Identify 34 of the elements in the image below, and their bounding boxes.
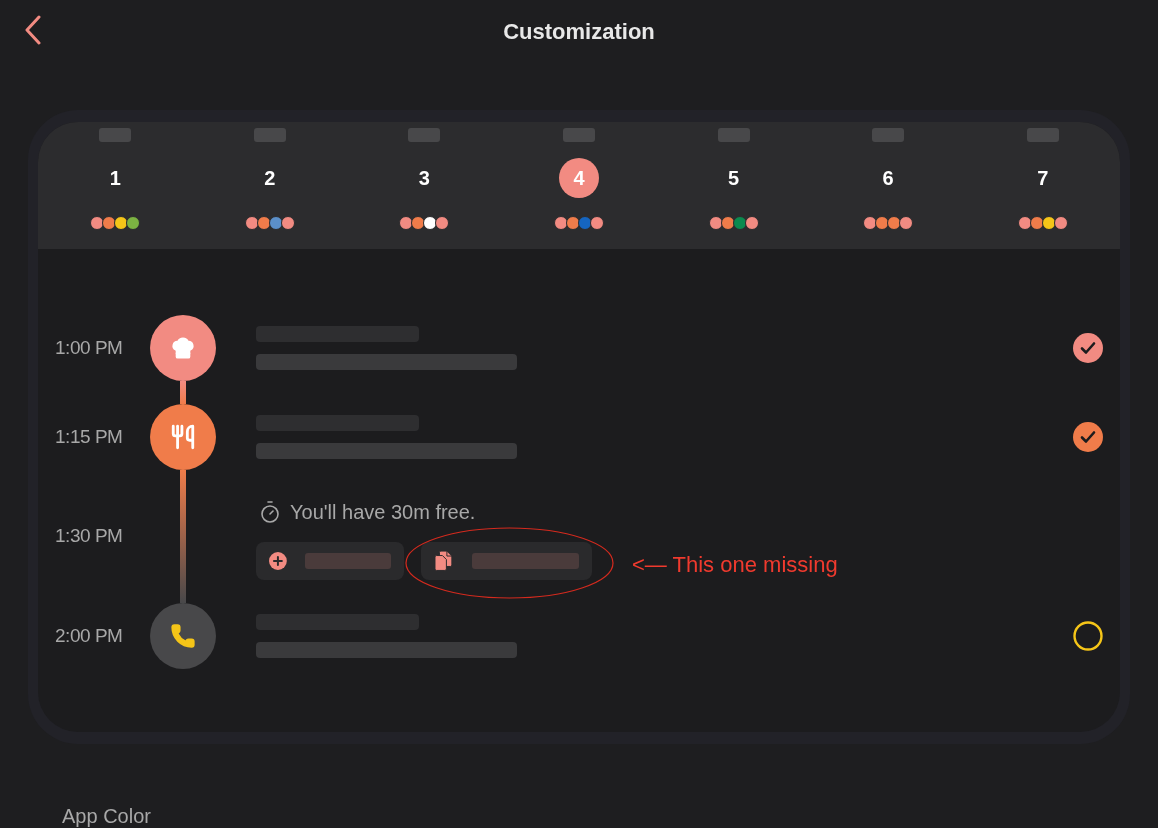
event-time: 1:15 PM — [55, 424, 124, 449]
action-button[interactable] — [256, 542, 404, 580]
weekday-placeholder — [99, 128, 132, 142]
day-tab[interactable]: 2 — [249, 158, 290, 198]
day-tab[interactable]: 3 — [404, 158, 445, 198]
fork-knife-icon — [170, 424, 196, 450]
event-time: 1:00 PM — [55, 335, 124, 360]
weekday-placeholder — [717, 128, 750, 142]
weekday-placeholder — [563, 128, 595, 142]
action-button[interactable] — [421, 542, 592, 580]
weekday-placeholder — [253, 128, 286, 142]
empty-circle-icon[interactable] — [1073, 621, 1103, 651]
documents-icon — [434, 550, 454, 572]
event-time: 2:00 PM — [55, 623, 124, 648]
day-tab[interactable]: 5 — [713, 158, 754, 198]
day-tab[interactable]: 6 — [868, 158, 909, 198]
section-heading: App Color — [62, 806, 152, 826]
weekday-placeholder — [1026, 128, 1059, 142]
day-tab[interactable]: 7 — [1022, 158, 1063, 198]
chef-hat-icon — [170, 335, 196, 361]
gap-time: 1:30 PM — [55, 524, 123, 549]
timeline-connector — [180, 381, 186, 404]
day-tab[interactable]: 1 — [95, 158, 136, 198]
chevron-left-icon — [24, 15, 42, 45]
weekday-placeholder — [408, 128, 441, 142]
page-title: Customization — [503, 17, 655, 46]
plus-circle-icon — [269, 552, 287, 570]
stopwatch-icon — [258, 500, 282, 524]
checked-circle-icon[interactable] — [1073, 422, 1103, 452]
phone-icon — [170, 623, 196, 649]
weekday-placeholder — [872, 128, 905, 142]
free-time-message: You'll have 30m free. — [290, 500, 476, 525]
checked-circle-icon[interactable] — [1073, 333, 1103, 363]
annotation-text: <— This one missing — [632, 551, 838, 579]
